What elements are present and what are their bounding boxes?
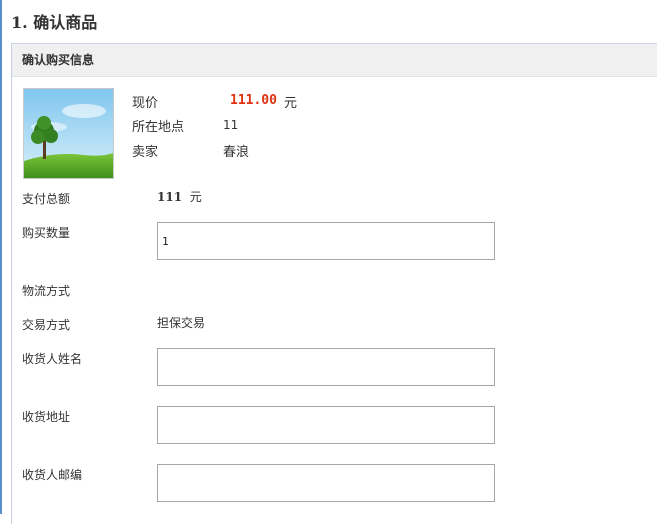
confirm-panel: 确认购买信息 现价 111.00 元 所在地点 11 卖家 春浪 支付总额 11… [11, 43, 657, 524]
price-value: 111.00 [230, 93, 277, 108]
left-accent-rule [0, 0, 2, 514]
address-label: 收货地址 [22, 410, 71, 424]
price-label: 现价 [132, 96, 159, 111]
price-unit: 元 [284, 96, 298, 111]
seller-label: 卖家 [132, 145, 159, 160]
zipcode-label: 收货人邮编 [22, 468, 83, 482]
shipping-label: 物流方式 [22, 284, 71, 298]
step-title: 1. 确认商品 [11, 13, 98, 32]
quantity-label: 购买数量 [22, 226, 71, 240]
receiver-name-input[interactable] [157, 348, 495, 386]
total-amount: 111 元 [157, 188, 202, 205]
receiver-name-label: 收货人姓名 [22, 352, 83, 366]
quantity-input[interactable] [157, 222, 495, 260]
panel-header: 确认购买信息 [12, 44, 657, 77]
trade-method-value: 担保交易 [157, 316, 206, 330]
location-value: 11 [223, 118, 239, 132]
location-label: 所在地点 [132, 120, 185, 135]
seller-value: 春浪 [223, 145, 250, 160]
total-value: 111 [157, 190, 183, 204]
total-unit: 元 [189, 190, 202, 204]
zipcode-input[interactable] [157, 464, 495, 502]
address-input[interactable] [157, 406, 495, 444]
tree-landscape-image [23, 88, 114, 179]
trade-method-label: 交易方式 [22, 318, 71, 332]
total-label: 支付总额 [22, 192, 71, 206]
